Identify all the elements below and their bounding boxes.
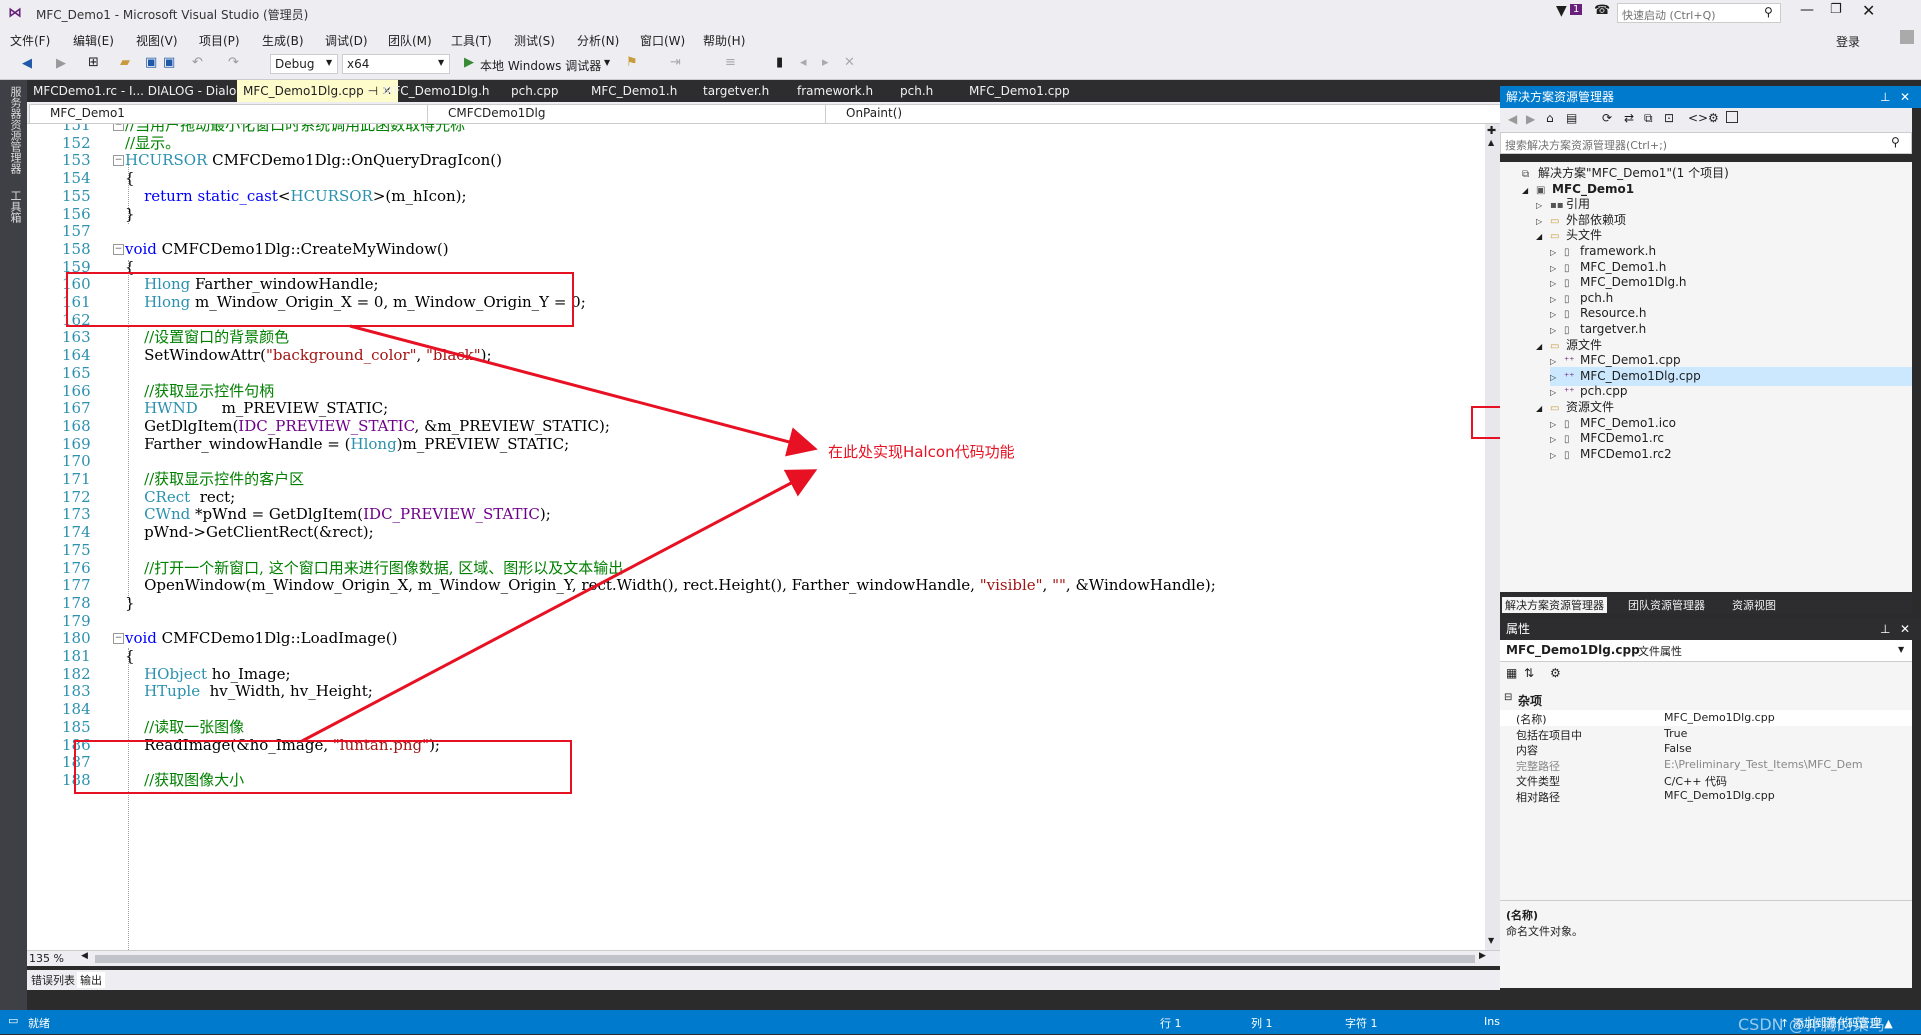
property-row[interactable]: 文件类型 C/C++ 代码 — [1500, 772, 1912, 788]
properties-panel: MFC_Demo1Dlg.cpp 文件属性 ▼ ▦ ⇅ ⚙ ⊟ 杂项 (名称) … — [1500, 640, 1912, 988]
tree-item-label: 解决方案"MFC_Demo1"(1 个项目) — [1538, 166, 1729, 180]
refresh-icon[interactable]: ⇄ — [1624, 111, 1634, 125]
property-value: C/C++ 代码 — [1664, 775, 1727, 789]
show-all-icon[interactable]: ⊡ — [1664, 111, 1674, 125]
properties-subject[interactable]: MFC_Demo1Dlg.cpp 文件属性 ▼ — [1500, 640, 1912, 662]
properties-header: 属性 ⊥ ✕ — [1500, 618, 1921, 640]
property-description-text: 命名文件对象。 — [1506, 925, 1583, 938]
solution-explorer-toolbar: ◀ ▶ ⌂ ▤ ⟳ ⇄ ⧉ ⊡ <> ⚙ — [1500, 108, 1912, 132]
chevron-down-icon: ▼ — [1898, 645, 1905, 654]
status-char: 字符 1 — [1345, 1017, 1378, 1030]
tree-expander-icon[interactable]: ◢ — [1536, 399, 1550, 418]
tree-expander-icon[interactable]: ◢ — [1536, 337, 1550, 356]
property-key: 完整路径 — [1516, 759, 1560, 773]
solution-explorer-header: 解决方案资源管理器 ⊥ ✕ — [1500, 86, 1921, 108]
arrow-from-createmywindow — [349, 324, 818, 457]
tree-expander-icon[interactable]: ▷ — [1550, 446, 1564, 465]
properties-subject-suffix: 文件属性 — [1638, 645, 1682, 658]
switch-view-icon[interactable]: ▤ — [1566, 111, 1577, 125]
watermark: CSDN @扑腾的菜鸟 — [1738, 1015, 1885, 1034]
solution-explorer-title: 解决方案资源管理器 — [1506, 90, 1615, 104]
solution-explorer-bottom-tab[interactable]: 解决方案资源管理器 — [1502, 597, 1607, 613]
property-key: 内容 — [1516, 744, 1538, 758]
property-row[interactable]: 完整路径 E:\Preliminary_Test_Items\MFC_Dem — [1500, 757, 1912, 773]
solution-explorer-bottom-tabs: 解决方案资源管理器 团队资源管理器 资源视图 — [1500, 594, 1912, 614]
status-col: 列 1 — [1251, 1017, 1273, 1030]
tree-item-label: pch.cpp — [1580, 384, 1628, 399]
properties-section: 杂项 — [1518, 694, 1543, 708]
tree-item-label: 源文件 — [1566, 337, 1603, 352]
back-icon[interactable]: ◀ — [1508, 112, 1517, 126]
property-key: 包括在项目中 — [1516, 728, 1582, 742]
solution-tree: ⧉ 解决方案"MFC_Demo1"(1 个项目) ◢ ▣ MFC_Demo1 ▷ ▪▪ 引用 ▷… — [1500, 162, 1912, 592]
tree-item-label: 资源文件 — [1566, 400, 1615, 414]
tree-item-label: 引用 — [1566, 197, 1591, 212]
solution-search-placeholder: 搜索解决方案资源管理器(Ctrl+;) — [1505, 139, 1668, 152]
tree-item-label: MFCDemo1.rc — [1580, 431, 1665, 446]
property-key: (名称) — [1516, 713, 1547, 726]
alphabetical-icon[interactable]: ⇅ — [1524, 666, 1534, 680]
pin-icon[interactable]: ⊥ — [1880, 618, 1890, 640]
property-description: (名称) 命名文件对象。 — [1500, 900, 1912, 988]
tree-item-label: MFC_Demo1 — [1552, 181, 1635, 196]
tree-item-label: MFC_Demo1.ico — [1580, 415, 1677, 430]
file-icon: ▯ — [1564, 449, 1570, 461]
tree-item-label: framework.h — [1580, 244, 1657, 258]
close-icon[interactable]: ✕ — [1900, 86, 1910, 108]
tree-item-label: targetver.h — [1580, 322, 1647, 336]
preview-icon[interactable] — [1726, 111, 1738, 123]
property-value: MFC_Demo1Dlg.cpp — [1664, 711, 1775, 724]
tree-item-label: MFC_Demo1Dlg.h — [1580, 275, 1687, 290]
properties-icon[interactable]: ⚙ — [1708, 111, 1719, 125]
tree-item-label: Resource.h — [1580, 306, 1647, 321]
tree-item-label: 头文件 — [1566, 228, 1603, 243]
tree-item-label: pch.h — [1580, 290, 1614, 305]
status-ready: 就绪 — [28, 1017, 50, 1030]
status-icon: ▭ — [8, 1014, 19, 1027]
collapse-icon[interactable]: ⧉ — [1644, 111, 1653, 126]
solution-explorer-bottom-tab[interactable]: 团队资源管理器 — [1628, 597, 1705, 613]
property-description-title: (名称) — [1506, 909, 1539, 922]
solution-search-box[interactable]: 搜索解决方案资源管理器(Ctrl+;) ⚲ — [1500, 132, 1912, 154]
section-collapse-icon[interactable]: ⊟ — [1504, 692, 1512, 703]
property-value: True — [1664, 726, 1688, 740]
property-row[interactable]: 内容 False — [1500, 741, 1912, 757]
property-pages-icon[interactable]: ⚙ — [1550, 666, 1561, 680]
status-ins: Ins — [1484, 1015, 1500, 1028]
solution-explorer-bottom-tab[interactable]: 资源视图 — [1732, 597, 1776, 613]
tree-item-label: MFC_Demo1.h — [1580, 259, 1667, 274]
tree-item-label: MFC_Demo1.cpp — [1580, 353, 1681, 368]
tree-item-label: MFC_Demo1Dlg.cpp — [1580, 368, 1701, 383]
tree-expander-icon[interactable]: ◢ — [1536, 227, 1550, 246]
property-value: E:\Preliminary_Test_Items\MFC_Dem — [1664, 757, 1863, 771]
property-key: 相对路径 — [1516, 791, 1560, 804]
status-bar: ▭ 就绪 行 1 列 1 字符 1 Ins ↑ 添加到源代码管理 ▲ CSDN … — [0, 1010, 1921, 1034]
property-value: False — [1664, 742, 1692, 756]
forward-icon[interactable]: ▶ — [1526, 112, 1535, 126]
property-key: 文件类型 — [1516, 775, 1560, 789]
search-icon: ⚲ — [1891, 135, 1900, 149]
tree-expander-icon[interactable]: ◢ — [1522, 181, 1536, 200]
tree-item[interactable]: ▷ ▯ MFCDemo1.rc2 — [1550, 445, 1912, 464]
property-row[interactable]: 包括在项目中 True — [1500, 726, 1912, 742]
right-panel: 解决方案资源管理器 ⊥ ✕ ◀ ▶ ⌂ ▤ ⟳ ⇄ ⧉ ⊡ <> ⚙ 搜索解决方… — [1500, 80, 1921, 1010]
arrow-from-loadimage — [301, 469, 818, 743]
tree-item-label: MFCDemo1.rc2 — [1580, 446, 1672, 461]
pin-icon[interactable]: ⊥ — [1880, 86, 1890, 108]
sync-icon[interactable]: ⟳ — [1602, 111, 1612, 125]
categorized-icon[interactable]: ▦ — [1506, 666, 1517, 680]
properties-subject-name: MFC_Demo1Dlg.cpp — [1506, 643, 1640, 657]
properties-title: 属性 — [1506, 622, 1531, 636]
code-icon[interactable]: <> — [1688, 111, 1708, 125]
status-line: 行 1 — [1160, 1017, 1182, 1030]
annotation-text: 在此处实现Halcon代码功能 — [828, 443, 1015, 461]
tree-item-label: 外部依赖项 — [1566, 212, 1627, 227]
home-icon[interactable]: ⌂ — [1546, 111, 1554, 125]
close-icon[interactable]: ✕ — [1900, 618, 1910, 640]
property-row[interactable]: 相对路径 MFC_Demo1Dlg.cpp — [1500, 788, 1912, 804]
property-row[interactable]: (名称) MFC_Demo1Dlg.cpp — [1500, 710, 1912, 726]
property-value: MFC_Demo1Dlg.cpp — [1664, 789, 1775, 802]
